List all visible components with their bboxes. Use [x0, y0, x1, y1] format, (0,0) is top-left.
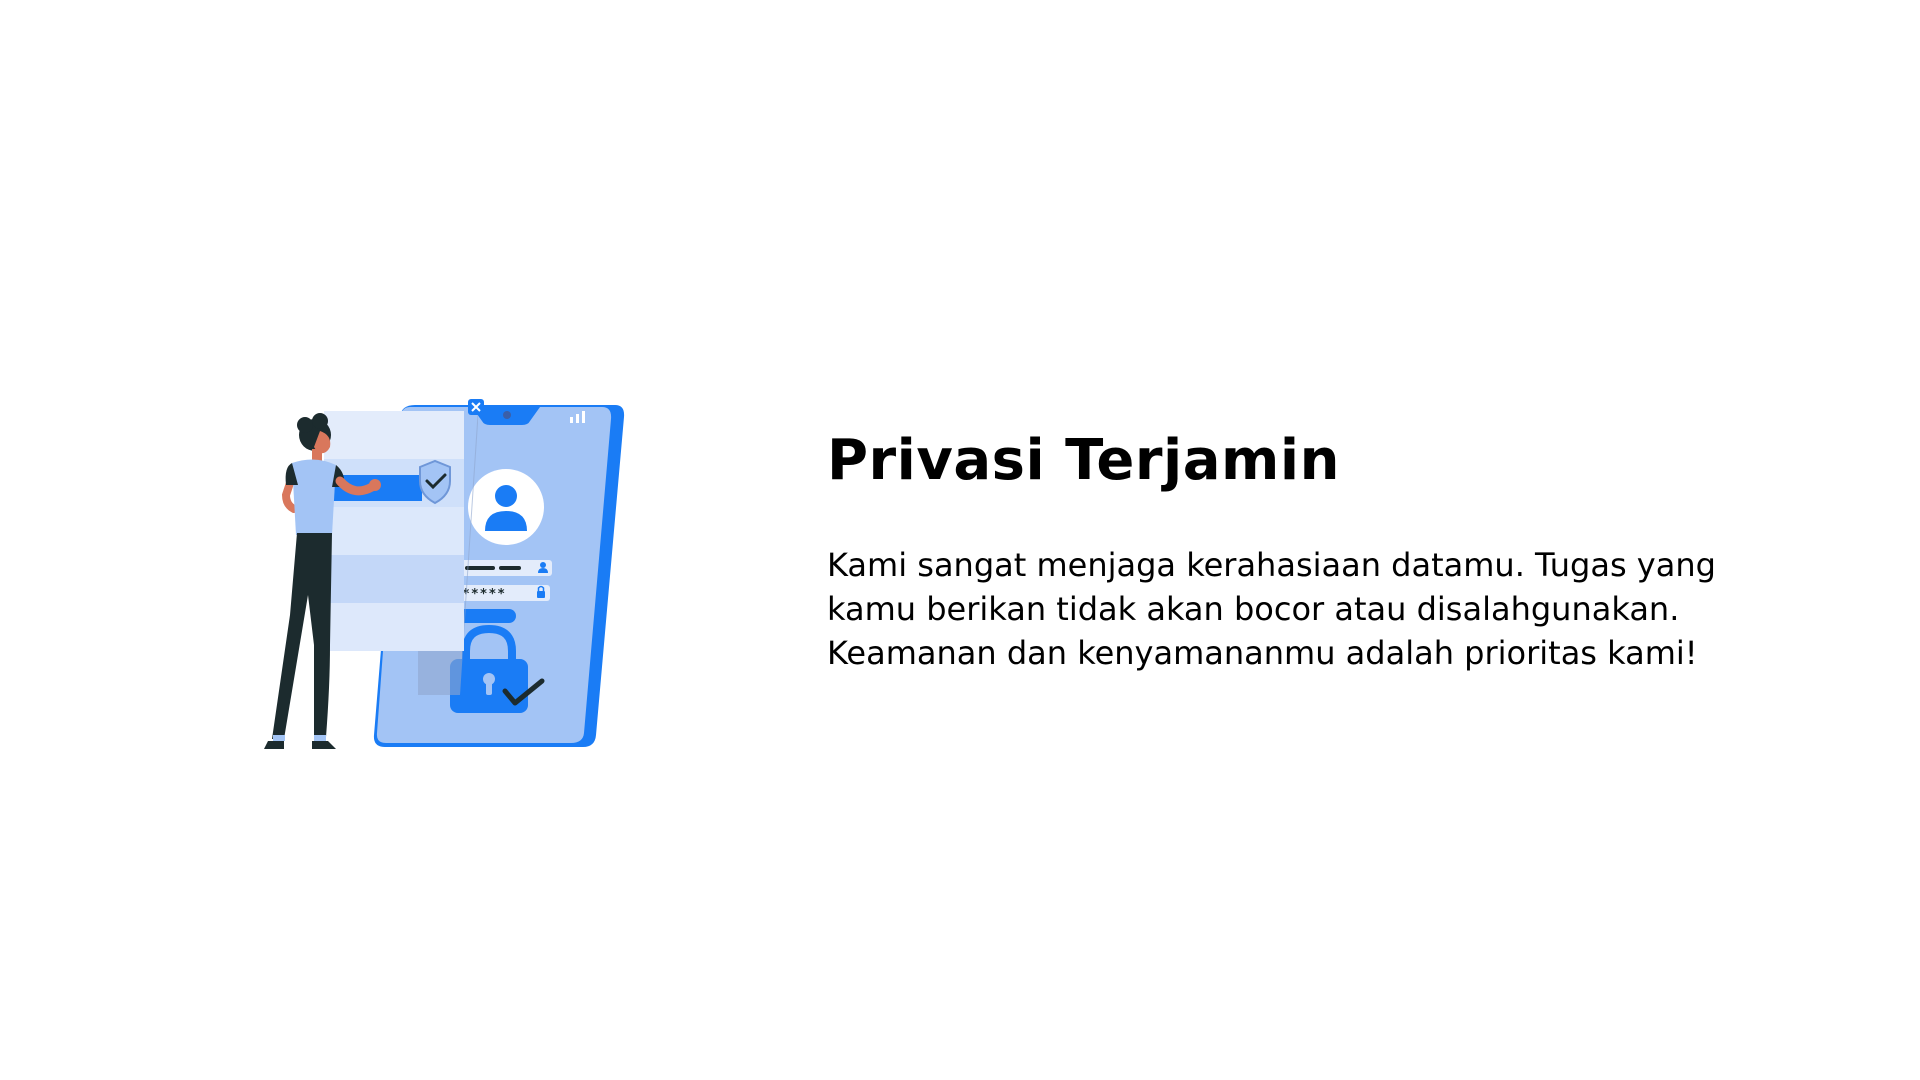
- username-field-icon: [458, 560, 552, 576]
- svg-text:*****: *****: [462, 587, 506, 602]
- description-line: Kami sangat menjaga kerahasiaan datamu. …: [827, 546, 1716, 584]
- description-line: kamu berikan tidak akan bocor atau disal…: [827, 590, 1680, 628]
- feature-title: Privasi Terjamin: [827, 428, 1340, 493]
- login-button-icon: [458, 609, 516, 623]
- description-line: Keamanan dan kenyamananmu adalah priorit…: [827, 634, 1698, 672]
- privacy-illustration: *****: [240, 395, 640, 775]
- security-illustration-svg: *****: [264, 399, 625, 749]
- signal-icon: [570, 417, 573, 423]
- user-avatar-icon: [468, 469, 544, 545]
- feature-text-block: Privasi Terjamin Kami sangat menjaga ker…: [827, 425, 1787, 675]
- security-panel-icon: [324, 399, 484, 695]
- feature-description: Kami sangat menjaga kerahasiaan datamu. …: [827, 543, 1787, 675]
- password-field-icon: *****: [456, 585, 550, 602]
